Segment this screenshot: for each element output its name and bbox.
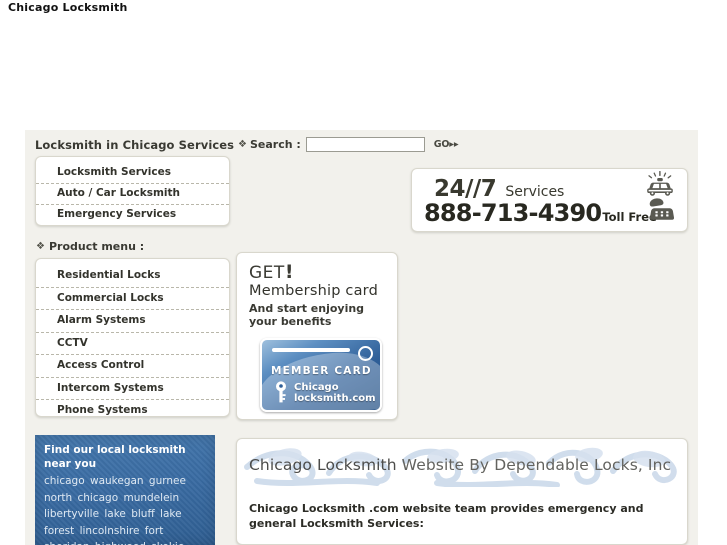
search-area: ❖ Search : GO▸▸ xyxy=(238,137,459,152)
product-menu-bullet-icon: ❖ xyxy=(36,240,45,252)
search-bullet-icon: ❖ xyxy=(238,138,247,150)
member-card-brand-line-1: Chicago xyxy=(294,382,339,393)
sidebar-item-emergency-services[interactable]: Emergency Services xyxy=(36,205,229,225)
get-word: GET! xyxy=(249,261,294,283)
member-card-brand-line-2: locksmith.com xyxy=(294,393,376,404)
member-card-image[interactable]: MEMBER CARD Chicago locksmith.com xyxy=(260,338,382,412)
membership-subtitle: And start enjoying your benefits xyxy=(249,302,365,328)
search-go-button[interactable]: GO▸▸ xyxy=(434,139,459,150)
local-city-list[interactable]: chicago waukegan gurnee north chicago mu… xyxy=(44,473,209,545)
sidebar-item-intercom-systems[interactable]: Intercom Systems xyxy=(36,378,229,400)
content-heading: Chicago Locksmith Website By Dependable … xyxy=(249,456,671,474)
sidebar-item-access-control[interactable]: Access Control xyxy=(36,355,229,378)
telephone-icon xyxy=(646,197,678,227)
page-title: Chicago Locksmith xyxy=(8,1,128,14)
product-menu-heading: ❖ Product menu : xyxy=(36,240,144,253)
member-card-brand: Chicago locksmith.com xyxy=(294,382,376,404)
sidebar-item-locksmith-services[interactable]: Locksmith Services xyxy=(36,163,229,184)
product-menu-box: Residential Locks Commercial Locks Alarm… xyxy=(35,258,230,417)
sidebar-item-phone-systems[interactable]: Phone Systems xyxy=(36,400,229,422)
phone-banner: 24//7 Services 888-713-4390 Toll Free xyxy=(411,168,688,232)
sidebar-item-auto-car-locksmith[interactable]: Auto / Car Locksmith xyxy=(36,184,229,205)
services-word: Services xyxy=(505,184,565,200)
sidebar-item-cctv[interactable]: CCTV xyxy=(36,333,229,355)
sidebar-item-residential-locks[interactable]: Residential Locks xyxy=(36,265,229,288)
sidebar-item-commercial-locks[interactable]: Commercial Locks xyxy=(36,288,229,310)
content-heading-wrapper: Chicago Locksmith Website By Dependable … xyxy=(237,447,687,487)
phone-number: 888-713-4390 xyxy=(424,199,602,227)
site-panel: Locksmith in Chicago Services ❖ Search :… xyxy=(25,130,698,545)
search-label: Search : xyxy=(249,138,301,151)
go-label: GO xyxy=(433,139,450,150)
search-input[interactable] xyxy=(305,137,425,152)
card-chip-circle-decoration xyxy=(358,346,373,361)
services-menu-box: Locksmith Services Auto / Car Locksmith … xyxy=(35,156,230,226)
product-menu-list: Residential Locks Commercial Locks Alarm… xyxy=(36,259,229,422)
services-heading: Locksmith in Chicago Services xyxy=(35,138,235,152)
content-heading-brand: Chicago Locksmith xyxy=(249,456,397,474)
services-menu-list: Locksmith Services Auto / Car Locksmith … xyxy=(36,157,229,225)
go-arrow-icon: ▸▸ xyxy=(449,139,459,150)
get-exclamation: ! xyxy=(284,261,294,283)
membership-title: Membership card xyxy=(249,283,378,299)
sidebar-item-alarm-systems[interactable]: Alarm Systems xyxy=(36,310,229,333)
content-heading-rest: Website By Dependable Locks, Inc xyxy=(396,456,672,474)
key-icon xyxy=(273,381,289,407)
card-stripe-decoration xyxy=(272,348,350,352)
membership-promo-box[interactable]: GET! Membership card And start enjoying … xyxy=(236,252,398,420)
local-locksmith-box: Find our local locksmith near you chicag… xyxy=(35,435,215,545)
member-card-label: MEMBER CARD xyxy=(271,365,372,377)
get-text: GET xyxy=(249,263,285,283)
product-menu-label: Product menu : xyxy=(48,240,145,253)
content-paragraph: Chicago Locksmith .com website team prov… xyxy=(249,502,644,530)
phone-number-line[interactable]: 888-713-4390 Toll Free xyxy=(424,199,657,227)
main-content-box: Chicago Locksmith Website By Dependable … xyxy=(236,438,688,545)
local-locksmith-heading: Find our local locksmith near you xyxy=(44,444,186,470)
